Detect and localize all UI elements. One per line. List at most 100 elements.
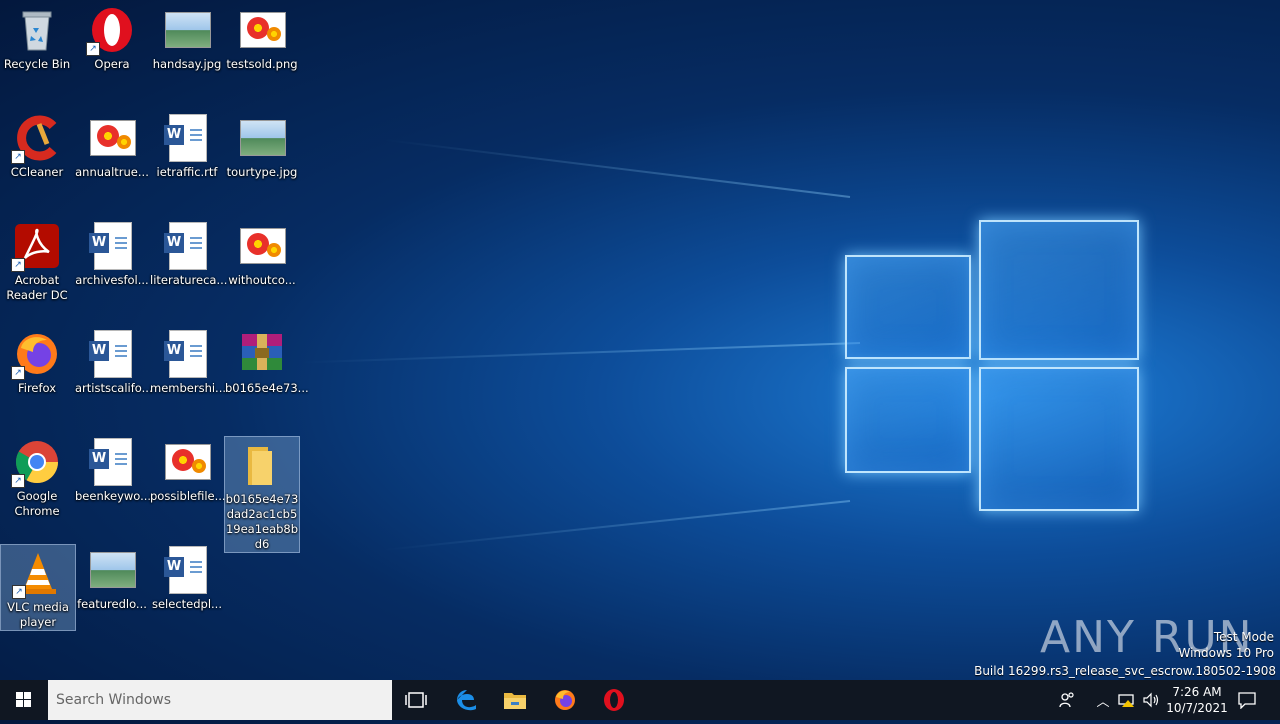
desktop-icon-handsay[interactable]: handsay.jpg bbox=[150, 2, 224, 72]
opera-icon: ↗ bbox=[86, 6, 136, 56]
desktop-icon-label: Google Chrome bbox=[14, 489, 60, 518]
light-beam bbox=[382, 500, 851, 552]
light-beam bbox=[383, 138, 851, 198]
desktop-icon-literatureca[interactable]: W literatureca... bbox=[150, 218, 228, 288]
word-document-icon: W bbox=[163, 222, 211, 270]
task-view-button[interactable] bbox=[392, 680, 440, 720]
test-mode-label: Test Mode bbox=[1213, 630, 1274, 644]
logo-pane bbox=[979, 220, 1139, 360]
network-button[interactable] bbox=[1116, 680, 1138, 720]
desktop-icon-label: tourtype.jpg bbox=[226, 165, 298, 179]
winrar-archive-icon bbox=[238, 330, 286, 378]
vlc-icon: ↗ bbox=[12, 549, 62, 599]
folder-icon bbox=[238, 441, 286, 489]
desktop-icon-membershi[interactable]: W membershi... bbox=[150, 326, 226, 396]
desktop-icon-testsold[interactable]: testsold.png bbox=[225, 2, 299, 72]
desktop-icon-firefox[interactable]: ↗ Firefox bbox=[0, 326, 74, 396]
image-file-icon bbox=[88, 546, 136, 594]
desktop-icon-beenkeywo[interactable]: W beenkeywo... bbox=[75, 434, 152, 504]
light-beam bbox=[300, 342, 861, 364]
word-document-icon: W bbox=[88, 330, 136, 378]
network-warning-icon bbox=[1118, 694, 1134, 707]
task-view-icon bbox=[405, 692, 427, 708]
chevron-up-icon: ︿ bbox=[1096, 694, 1110, 710]
desktop-icon-label: possiblefile... bbox=[150, 489, 226, 503]
image-file-icon bbox=[163, 438, 211, 486]
desktop-icon-acrobat[interactable]: ↗ Acrobat Reader DC bbox=[0, 218, 74, 303]
word-document-icon: W bbox=[163, 546, 211, 594]
shortcut-arrow-icon: ↗ bbox=[12, 585, 26, 599]
desktop-icon-label: Recycle Bin bbox=[3, 57, 71, 71]
clock-date: 10/7/2021 bbox=[1166, 701, 1228, 715]
desktop-icon-possiblefile[interactable]: possiblefile... bbox=[150, 434, 226, 504]
clock-time: 7:26 AM bbox=[1172, 685, 1222, 699]
desktop-icon-label: testsold.png bbox=[226, 57, 298, 71]
desktop-icon-label: annualtrue... bbox=[75, 165, 149, 179]
build-label: Build 16299.rs3_release_svc_escrow.18050… bbox=[974, 664, 1276, 678]
people-button[interactable] bbox=[1054, 680, 1080, 720]
shortcut-arrow-icon: ↗ bbox=[86, 42, 100, 56]
desktop-icon-featuredlo[interactable]: featuredlo... bbox=[75, 542, 149, 612]
acrobat-icon: ↗ bbox=[11, 222, 61, 272]
desktop-icon-label: b0165e4e73dad2ac1cb519ea1eab8bd6 bbox=[225, 492, 299, 551]
desktop-icon-archive[interactable]: b0165e4e73... bbox=[225, 326, 309, 396]
edge-icon bbox=[457, 690, 476, 711]
notification-icon bbox=[1238, 692, 1256, 709]
desktop-icon-annualtrue[interactable]: annualtrue... bbox=[75, 110, 149, 180]
desktop-icon-vlc[interactable]: ↗ VLC media player bbox=[0, 544, 76, 631]
image-file-icon bbox=[238, 222, 286, 270]
desktop-icon-opera[interactable]: ↗ Opera bbox=[75, 2, 149, 72]
desktop-icon-recycle-bin[interactable]: Recycle Bin bbox=[0, 2, 74, 72]
desktop-icon-label: CCleaner bbox=[10, 165, 64, 179]
start-button[interactable] bbox=[0, 680, 48, 720]
desktop-icon-label: literatureca... bbox=[150, 273, 228, 287]
desktop-icon-label: b0165e4e73... bbox=[225, 381, 309, 395]
desktop-icon-label: beenkeywo... bbox=[75, 489, 152, 503]
desktop-icon-tourtype[interactable]: tourtype.jpg bbox=[225, 110, 299, 180]
volume-button[interactable] bbox=[1140, 680, 1162, 720]
logo-pane bbox=[845, 367, 971, 473]
windows-icon bbox=[16, 692, 31, 707]
desktop-icon-ietraffic[interactable]: W ietraffic.rtf bbox=[150, 110, 224, 180]
firefox-icon: ↗ bbox=[11, 330, 61, 380]
chrome-icon: ↗ bbox=[11, 438, 61, 488]
search-box[interactable]: Search Windows bbox=[48, 680, 392, 720]
speaker-icon bbox=[1143, 692, 1159, 708]
ccleaner-icon: ↗ bbox=[11, 114, 61, 164]
logo-pane bbox=[845, 255, 971, 359]
desktop-icon-withoutco[interactable]: withoutco... bbox=[225, 218, 299, 288]
desktop-icon-label: selectedpl... bbox=[151, 597, 222, 611]
file-explorer-button[interactable] bbox=[491, 680, 539, 720]
image-file-icon bbox=[163, 6, 211, 54]
desktop-icon-archivesfol[interactable]: W archivesfol... bbox=[75, 218, 149, 288]
desktop-icon-label: Opera bbox=[94, 57, 130, 71]
desktop-icon-label: ietraffic.rtf bbox=[156, 165, 218, 179]
desktop-icon-label: withoutco... bbox=[228, 273, 296, 287]
desktop-icon-label: featuredlo... bbox=[77, 597, 147, 611]
opera-taskbar-button[interactable] bbox=[590, 680, 638, 720]
desktop-icon-label: VLC media player bbox=[7, 600, 69, 629]
firefox-taskbar-button[interactable] bbox=[541, 680, 589, 720]
image-file-icon bbox=[88, 114, 136, 162]
edge-taskbar-button[interactable] bbox=[443, 680, 491, 720]
desktop-icon-artistscalifo[interactable]: W artistscalifo... bbox=[75, 326, 153, 396]
image-file-icon bbox=[238, 6, 286, 54]
show-hidden-icons-button[interactable]: ︿ bbox=[1092, 680, 1114, 720]
desktop-icon-folder[interactable]: b0165e4e73dad2ac1cb519ea1eab8bd6 bbox=[224, 436, 300, 553]
desktop-icon-label: archivesfol... bbox=[75, 273, 149, 287]
desktop-icon-ccleaner[interactable]: ↗ CCleaner bbox=[0, 110, 74, 180]
desktop-icon-label: Acrobat Reader DC bbox=[6, 273, 68, 302]
image-file-icon bbox=[238, 114, 286, 162]
firefox-icon bbox=[555, 690, 575, 710]
windows-edition-label: Windows 10 Pro bbox=[1178, 646, 1274, 660]
desktop-icon-label: artistscalifo... bbox=[75, 381, 153, 395]
clock[interactable]: 7:26 AM 10/7/2021 bbox=[1162, 684, 1232, 716]
desktop-icon-label: handsay.jpg bbox=[152, 57, 222, 71]
desktop-icon-selectedpl[interactable]: W selectedpl... bbox=[150, 542, 224, 612]
search-placeholder: Search Windows bbox=[56, 692, 172, 708]
word-document-icon: W bbox=[163, 114, 211, 162]
word-document-icon: W bbox=[163, 330, 211, 378]
shortcut-arrow-icon: ↗ bbox=[11, 258, 25, 272]
action-center-button[interactable] bbox=[1232, 680, 1262, 720]
desktop-icon-chrome[interactable]: ↗ Google Chrome bbox=[0, 434, 74, 519]
